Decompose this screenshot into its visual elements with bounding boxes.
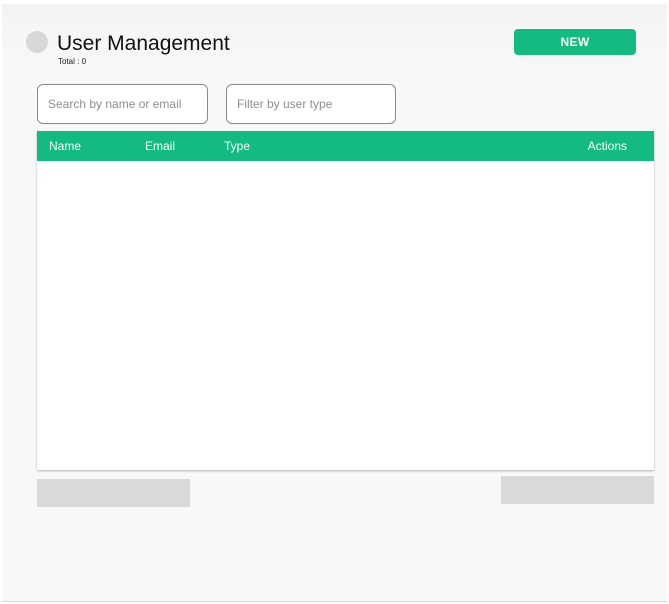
search-input[interactable] — [37, 84, 208, 124]
page-title: User Management — [57, 32, 230, 55]
column-header-actions: Actions — [587, 139, 627, 153]
column-header-email[interactable]: Email — [145, 131, 175, 161]
pagination-info-placeholder — [37, 479, 190, 507]
total-count: Total : 0 — [58, 57, 87, 66]
user-management-panel: User Management Total : 0 NEW Name Email… — [2, 4, 667, 602]
user-type-filter-input[interactable] — [226, 84, 396, 124]
new-user-button[interactable]: NEW — [514, 29, 636, 55]
users-table: Name Email Type Actions — [37, 131, 654, 470]
table-header: Name Email Type Actions — [37, 131, 654, 161]
table-body — [37, 161, 654, 470]
column-header-name[interactable]: Name — [49, 131, 81, 161]
pagination-controls-placeholder[interactable] — [501, 476, 654, 504]
avatar — [26, 31, 48, 53]
column-header-type[interactable]: Type — [224, 131, 250, 161]
